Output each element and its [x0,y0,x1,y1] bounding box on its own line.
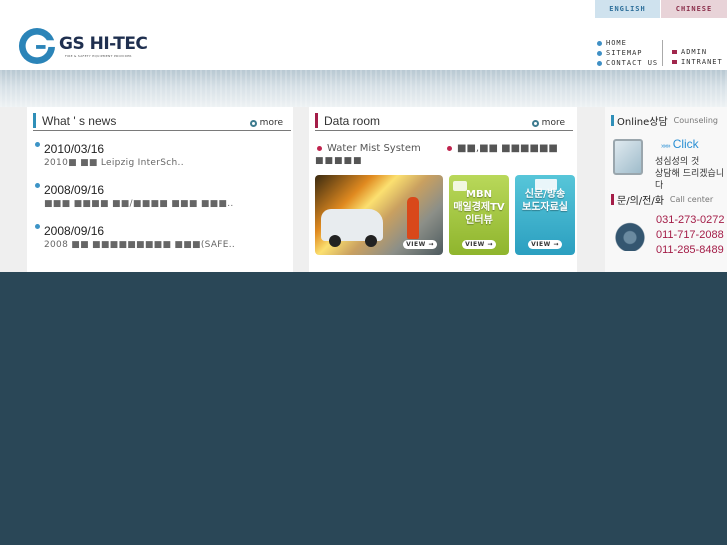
top-nav-main: HOME SITEMAP CONTACT US [597,38,658,68]
list-item[interactable]: 2008/09/16 ■■■ ■■■■ ■■/■■■■ ■■■ ■■■.. [35,182,285,212]
main-content: What ' s news more 2010/03/16 2010■ ■■ L… [0,107,727,272]
call-center-box: 031-273-0272 011-717-2088 011-285-8489 [611,213,725,265]
news-header: What ' s news more [33,113,291,131]
phone-number: 011-285-8489 [656,244,724,256]
more-icon [531,119,539,127]
phone-numbers: 031-273-0272 011-717-2088 011-285-8489 [656,213,725,258]
list-item[interactable]: 2010/03/16 2010■ ■■ Leipzig InterSch.. [35,141,285,171]
call-title: 문/의/전/화 [617,195,664,207]
section-bar [611,114,614,126]
news-panel: What ' s news more 2010/03/16 2010■ ■■ L… [27,107,293,272]
bullet-icon [35,142,40,147]
counsel-section: Online상담 Counseling »»» Click 성심성의 것 상담해 … [611,113,725,191]
header-band-texture [0,70,727,107]
bullet-icon [447,146,452,151]
view-button[interactable]: VIEW → [528,240,562,249]
dataroom-header: Data room more [315,113,573,131]
wheel-shape [329,235,341,247]
bullet-icon [35,183,40,188]
section-bar [315,113,318,128]
nav-admin-label: ADMIN [681,48,708,56]
press-room-thumbnail[interactable]: 신문/방송 보도자료실 VIEW → [515,175,575,255]
nav-sitemap-label: SITEMAP [606,49,643,57]
dataroom-more-link[interactable]: more [531,118,565,128]
dataroom-more-label: more [541,118,565,128]
bullet-icon [672,50,677,54]
logo-tagline: FIRE & SAFETY EQUIPMENT PROVIDER [65,54,132,58]
news-list: 2010/03/16 2010■ ■■ Leipzig InterSch.. 2… [35,141,285,264]
news-headline: 2010■ ■■ Leipzig InterSch.. [44,158,184,168]
phone-number: 031-273-0272 [656,214,725,226]
monitor-icon [613,139,643,175]
bullet-icon [672,60,677,64]
bullet-icon [597,40,602,46]
counsel-message: 성심성의 것 상담해 드리겠습니다 [655,157,725,191]
language-bar: ENGLISH CHINESE [595,0,727,18]
bullet-icon [597,60,602,66]
online-counsel-banner[interactable]: »»» Click 성심성의 것 상담해 드리겠습니다 [611,131,725,191]
click-label: Click [672,137,699,151]
thumb-title: MBN 매일경제TV 인터뷰 [453,189,505,226]
nav-admin[interactable]: ADMIN [672,47,723,57]
news-date: 2008/09/16 [44,223,105,238]
nav-contact-us[interactable]: CONTACT US [597,58,658,68]
nav-home-label: HOME [606,39,627,47]
link-dataroom-2[interactable]: ■■,■■ ■■■■■■ [447,143,558,154]
nav-divider [662,40,663,66]
news-headline: ■■■ ■■■■ ■■/■■■■ ■■■ ■■■.. [44,199,234,209]
link-water-mist[interactable]: Water Mist System [317,143,421,154]
telephone-icon [613,221,647,251]
wheel-shape [365,235,377,247]
call-subtitle: Call center [669,194,714,204]
link-continuation: ■■■■■ [315,156,363,166]
arrows-icon: »»» [661,143,671,150]
fire-demo-thumbnail[interactable]: VIEW → [315,175,443,255]
view-label: VIEW [406,241,426,248]
logo-mark-icon [18,27,56,65]
section-bar [33,113,36,128]
bullet-icon [317,146,322,151]
sidebar-panel: Online상담 Counseling »»» Click 성심성의 것 상담해 … [605,107,727,272]
counsel-title: Online상담 [617,116,668,128]
click-link[interactable]: »»» Click [661,137,699,151]
more-icon [249,119,257,127]
call-section: 문/의/전/화 Call center [611,192,725,207]
view-button[interactable]: VIEW → [403,240,437,249]
firefighter-shape [407,197,419,239]
section-bar [611,193,614,205]
news-date: 2008/09/16 [44,182,105,197]
top-nav-admin: ADMIN INTRANET [672,47,723,67]
thumb-title: 신문/방송 보도자료실 [522,189,568,213]
nav-home[interactable]: HOME [597,38,658,48]
dataroom-panel: Data room more Water Mist System ■■,■■ ■… [309,107,577,272]
list-item[interactable]: 2008/09/16 2008 ■■ ■■■■■■■■■ ■■■(SAFE.. [35,223,285,253]
footer-area [0,272,727,545]
view-button[interactable]: VIEW → [462,240,496,249]
logo-name: GS HI-TEC [59,34,148,54]
nav-intranet-label: INTRANET [681,58,723,66]
mbn-interview-thumbnail[interactable]: MBN 매일경제TV 인터뷰 VIEW → [449,175,509,255]
chinese-button[interactable]: CHINESE [661,0,727,18]
bullet-icon [597,50,602,56]
english-button[interactable]: ENGLISH [595,0,661,18]
news-more-link[interactable]: more [249,118,283,128]
news-date: 2010/03/16 [44,141,105,156]
news-headline: 2008 ■■ ■■■■■■■■■ ■■■(SAFE.. [44,240,236,250]
news-more-label: more [259,118,283,128]
nav-intranet[interactable]: INTRANET [672,57,723,67]
news-title: What ' s news [42,114,117,128]
logo[interactable]: GS HI-TEC FIRE & SAFETY EQUIPMENT PROVID… [18,27,148,65]
link-label: ■■,■■ ■■■■■■ [457,143,558,154]
dataroom-title: Data room [324,114,381,128]
bullet-icon [35,224,40,229]
view-label: VIEW [531,241,551,248]
site-header: ENGLISH CHINESE GS HI-TEC FIRE & SAFETY … [0,0,727,70]
counsel-subtitle: Counseling [673,115,718,125]
nav-contact-label: CONTACT US [606,59,659,67]
link-label: Water Mist System [327,143,421,154]
nav-sitemap[interactable]: SITEMAP [597,48,658,58]
view-label: VIEW [465,241,485,248]
phone-number: 011-717-2088 [656,229,724,241]
